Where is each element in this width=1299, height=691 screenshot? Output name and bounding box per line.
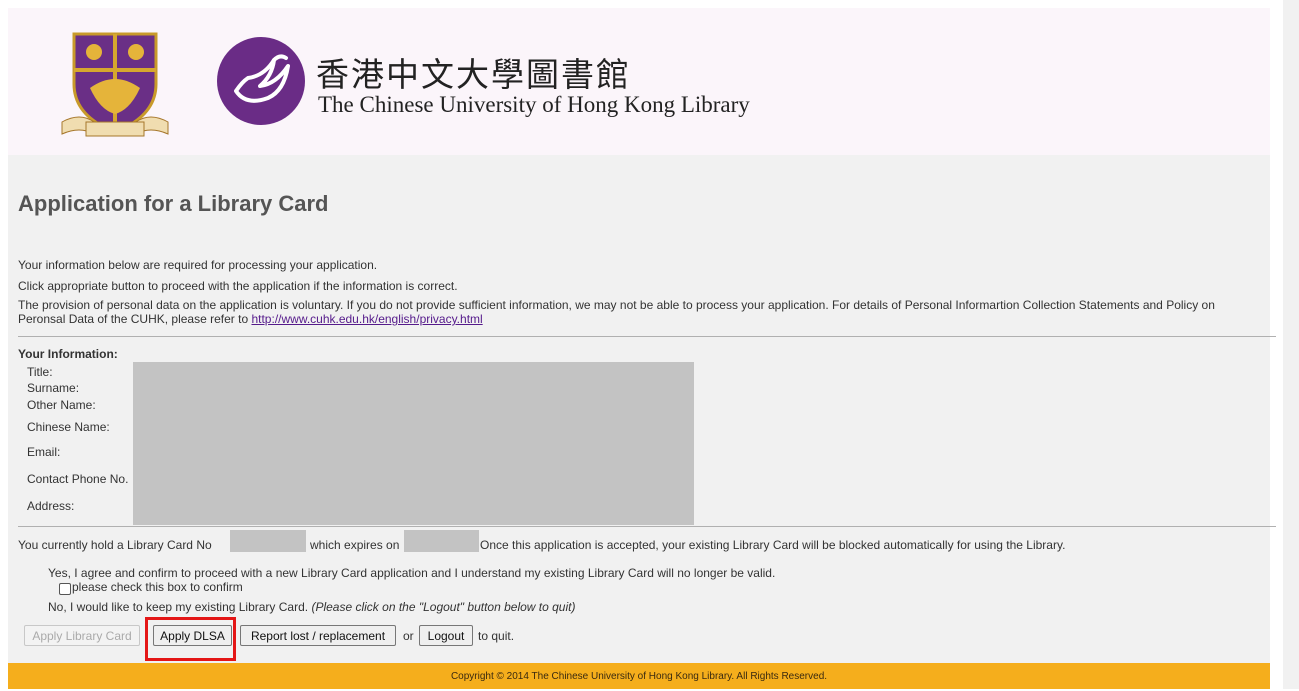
privacy-link[interactable]: http://www.cuhk.edu.hk/english/privacy.h… xyxy=(251,312,482,326)
divider xyxy=(18,336,1276,337)
card-text-suffix: Once this application is accepted, your … xyxy=(480,538,1066,552)
chinese-name-label: Chinese Name: xyxy=(27,420,110,434)
privacy-statement-text: The provision of personal data on the ap… xyxy=(18,298,1215,326)
no-option: No, I would like to keep my existing Lib… xyxy=(48,600,575,614)
logout-button[interactable]: Logout xyxy=(419,625,473,646)
no-option-text: No, I would like to keep my existing Lib… xyxy=(48,600,309,614)
email-label: Email: xyxy=(27,445,61,459)
or-text: or xyxy=(403,629,414,643)
privacy-statement: The provision of personal data on the ap… xyxy=(18,298,1258,326)
library-header: 香港中文大學圖書館 The Chinese University of Hong… xyxy=(8,8,1270,155)
copyright-footer: Copyright © 2014 The Chinese University … xyxy=(8,663,1270,689)
apply-library-card-button[interactable]: Apply Library Card xyxy=(24,625,140,646)
title-label: Title: xyxy=(27,365,53,379)
intro-text-1: Your information below are required for … xyxy=(18,258,378,272)
redacted-expiry-date xyxy=(404,530,479,552)
quit-text: to quit. xyxy=(478,629,515,643)
library-swan-logo-icon xyxy=(217,37,305,125)
divider xyxy=(18,526,1276,527)
card-text-prefix: You currently hold a Library Card No xyxy=(18,538,212,552)
contact-phone-label: Contact Phone No. xyxy=(27,472,129,486)
redacted-card-number xyxy=(230,530,306,552)
your-information-heading: Your Information: xyxy=(18,347,118,361)
confirm-checkbox[interactable] xyxy=(59,583,71,595)
other-name-label: Other Name: xyxy=(27,398,96,412)
card-text-middle: which expires on xyxy=(310,538,400,552)
highlight-box xyxy=(145,617,236,661)
cuhk-crest-icon xyxy=(61,32,169,137)
scrollbar[interactable] xyxy=(1283,0,1299,689)
yes-option-text: Yes, I agree and confirm to proceed with… xyxy=(48,566,776,580)
page-title: Application for a Library Card xyxy=(18,191,329,216)
application-panel: Application for a Library Card Your info… xyxy=(8,155,1276,663)
surname-label: Surname: xyxy=(27,381,80,395)
intro-text-2: Click appropriate button to proceed with… xyxy=(18,279,458,293)
confirm-checkbox-label: please check this box to confirm xyxy=(72,580,243,594)
library-name-chinese: 香港中文大學圖書館 xyxy=(316,55,631,94)
report-lost-button[interactable]: Report lost / replacement xyxy=(240,625,396,646)
logout-note: (Please click on the "Logout" button bel… xyxy=(311,600,576,614)
redacted-personal-info xyxy=(133,362,694,525)
library-name-english: The Chinese University of Hong Kong Libr… xyxy=(318,92,750,117)
address-label: Address: xyxy=(27,499,75,513)
